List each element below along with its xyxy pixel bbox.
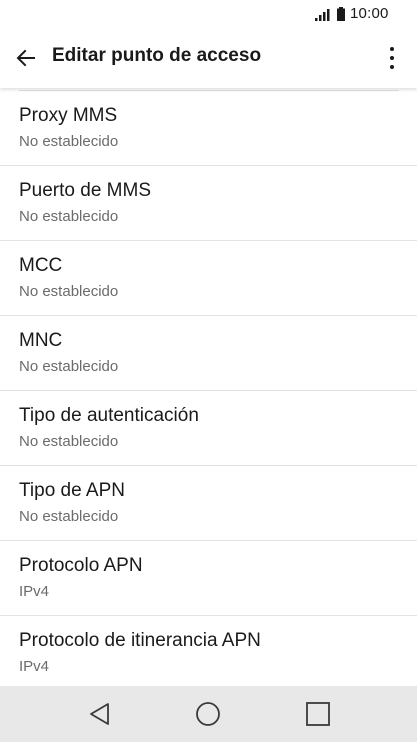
apn-edit-screen: 10:00 Editar punto de acceso Proxy MMS N… <box>0 0 417 742</box>
setting-label: Protocolo APN <box>19 555 143 576</box>
nav-home-icon[interactable] <box>194 700 222 728</box>
setting-row-apn-roaming-protocol[interactable]: Protocolo de itinerancia APN IPv4 <box>0 616 417 686</box>
setting-label: Puerto de MMS <box>19 180 151 201</box>
setting-row-mcc[interactable]: MCC No establecido <box>0 241 417 316</box>
nav-recents-icon[interactable] <box>304 700 332 728</box>
setting-value: No establecido <box>19 358 119 375</box>
setting-label: MCC <box>19 255 63 276</box>
signal-icon <box>315 9 330 21</box>
navigation-bar <box>0 686 417 742</box>
setting-label: MNC <box>19 330 63 351</box>
setting-label: Tipo de APN <box>19 480 125 501</box>
status-bar: 10:00 <box>0 0 417 28</box>
arrow-back-icon[interactable] <box>14 46 38 70</box>
setting-row-auth-type[interactable]: Tipo de autenticación No establecido <box>0 391 417 466</box>
more-vert-icon[interactable] <box>384 44 400 72</box>
setting-value: No establecido <box>19 208 119 225</box>
nav-back-icon[interactable] <box>86 700 114 728</box>
setting-label: Protocolo de itinerancia APN <box>19 630 261 651</box>
setting-label: Proxy MMS <box>19 105 118 126</box>
setting-row-apn-type[interactable]: Tipo de APN No establecido <box>0 466 417 541</box>
setting-row-proxy-mms[interactable]: Proxy MMS No establecido <box>0 91 417 166</box>
setting-label: Tipo de autenticación <box>19 405 199 426</box>
setting-value: No establecido <box>19 433 119 450</box>
setting-value: IPv4 <box>19 583 50 600</box>
app-bar: Editar punto de acceso <box>0 28 417 88</box>
setting-value: No establecido <box>19 133 119 150</box>
settings-list: Proxy MMS No establecido Puerto de MMS N… <box>0 88 417 686</box>
setting-value: No establecido <box>19 508 119 525</box>
battery-icon <box>337 7 345 21</box>
page-title: Editar punto de acceso <box>52 45 262 66</box>
setting-value: IPv4 <box>19 658 50 675</box>
setting-row-mnc[interactable]: MNC No establecido <box>0 316 417 391</box>
setting-value: No establecido <box>19 283 119 300</box>
status-time: 10:00 <box>350 5 389 22</box>
setting-row-apn-protocol[interactable]: Protocolo APN IPv4 <box>0 541 417 616</box>
setting-row-mms-port[interactable]: Puerto de MMS No establecido <box>0 166 417 241</box>
